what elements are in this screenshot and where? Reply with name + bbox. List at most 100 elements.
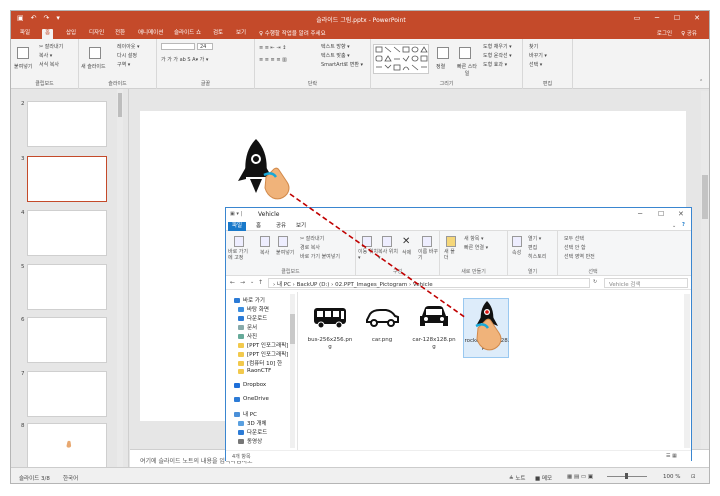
rename-button[interactable]: 이름 바꾸기 — [418, 249, 438, 261]
quick-styles-icon[interactable] — [459, 47, 471, 59]
properties-icon[interactable] — [512, 236, 522, 247]
sign-in-link[interactable]: 로그인 — [657, 29, 672, 37]
history-button[interactable]: 히스토리 — [528, 253, 546, 260]
zoom-level[interactable]: 100 % — [663, 474, 680, 480]
copy-to-button[interactable]: 복사 위치 ▾ — [378, 249, 398, 261]
share-button[interactable]: ♀ 공유 — [681, 29, 697, 37]
shape-outline-button[interactable]: 도형 윤곽선 ▾ — [483, 52, 512, 59]
delete-button[interactable]: 삭제 — [402, 249, 411, 256]
format-painter-button[interactable]: 서식 복사 — [39, 61, 59, 68]
nav-item[interactable]: 다운로드 — [238, 428, 267, 436]
section-button[interactable]: 구역 ▾ — [117, 61, 130, 68]
slide-thumbnail-7[interactable] — [27, 371, 107, 417]
pin-quick-access-button[interactable]: 바로 가기에 고정 — [228, 249, 252, 261]
text-direction-button[interactable]: 텍스트 방향 ▾ — [321, 43, 350, 50]
file-list-scrollbar[interactable] — [684, 294, 690, 448]
font-format-buttons[interactable]: 가 가 가 ab S A▾ 가 ▾ — [161, 56, 208, 63]
list-buttons-icon[interactable]: ≡ ≡ ⇤ ⇥ ↕ — [259, 45, 286, 51]
align-text-button[interactable]: 텍스트 맞춤 ▾ — [321, 52, 350, 59]
select-all-button[interactable]: 모두 선택 — [564, 235, 584, 242]
edit-button[interactable]: 편집 — [528, 244, 537, 251]
slide-thumbnail-2[interactable] — [27, 101, 107, 147]
properties-button[interactable]: 속성 — [512, 249, 521, 256]
refresh-icon[interactable]: ↻ — [593, 279, 597, 285]
smartart-button[interactable]: SmartArt로 변환 ▾ — [321, 61, 363, 68]
address-bar[interactable]: › 내 PC › BackUP (D:) › 02.PPT_Images_Pic… — [268, 278, 590, 288]
replace-button[interactable]: 바꾸기 ▾ — [529, 52, 547, 59]
view-toggle-icon[interactable]: ☰ ▦ — [666, 453, 677, 459]
explorer-tab-home[interactable]: 홈 — [252, 222, 265, 231]
tell-me-search[interactable]: ♀ 수행할 작업을 알려 주세요 — [259, 29, 326, 37]
slide-thumbnail-3[interactable] — [27, 156, 107, 202]
paste-icon[interactable] — [17, 47, 29, 59]
paste-shortcut-button[interactable]: 바로 가기 붙여넣기 — [300, 253, 340, 260]
nav-item[interactable]: RaonCTF — [238, 368, 271, 374]
nav-item[interactable]: [PPT 인포그래픽] — [238, 341, 288, 349]
paste-icon[interactable] — [278, 236, 288, 247]
open-button[interactable]: 열기 ▾ — [528, 235, 541, 242]
new-folder-button[interactable]: 새 폴더 — [444, 249, 458, 261]
nav-item[interactable]: [컴퓨터 10] 한 — [238, 359, 282, 367]
collapse-ribbon-icon[interactable]: ⌃ — [699, 79, 703, 85]
invert-selection-button[interactable]: 선택 영역 반전 — [564, 253, 595, 260]
explorer-minimize-button[interactable]: ─ — [638, 210, 642, 218]
close-button[interactable]: ✕ — [687, 12, 707, 25]
nav-item[interactable]: 문서 — [238, 323, 257, 331]
explorer-close-button[interactable]: ✕ — [678, 210, 684, 218]
slide-scrollbar[interactable] — [701, 91, 709, 451]
thumbnail-scroll-thumb[interactable] — [118, 93, 122, 117]
shapes-gallery[interactable] — [373, 44, 429, 74]
back-icon[interactable]: ← — [230, 279, 235, 286]
language-indicator[interactable]: 한국어 — [63, 474, 78, 482]
new-slide-button[interactable]: 새 슬라이드 — [81, 63, 106, 70]
move-to-button[interactable]: 이동 위치 ▾ — [358, 249, 378, 261]
copy-button[interactable]: 복사 — [260, 249, 269, 256]
file-item-bus[interactable]: bus-256x256.png — [307, 298, 353, 358]
nav-item[interactable]: OneDrive — [234, 396, 269, 402]
nav-item[interactable]: 바로 가기 — [234, 296, 265, 304]
thumbnail-scrollbar[interactable] — [117, 89, 123, 467]
find-button[interactable]: 찾기 — [529, 43, 538, 50]
rename-icon[interactable] — [422, 236, 432, 247]
comments-toggle[interactable]: ■ 메모 — [535, 474, 552, 482]
copy-button[interactable]: 복사 ▾ — [39, 52, 52, 59]
explorer-ribbon-toggle-icon[interactable]: ⌄ — [672, 223, 676, 229]
forward-icon[interactable]: → — [240, 279, 245, 286]
font-name-box[interactable] — [161, 43, 195, 50]
slide-thumbnail-5[interactable] — [27, 264, 107, 310]
zoom-slider-thumb[interactable] — [625, 473, 628, 479]
nav-item[interactable]: Dropbox — [234, 382, 266, 388]
layout-button[interactable]: 레이아웃 ▾ — [117, 43, 140, 50]
arrange-button[interactable]: 정렬 — [436, 63, 445, 70]
slide-thumbnail-8[interactable] — [27, 423, 107, 469]
fit-slide-icon[interactable]: ⊡ — [691, 474, 696, 480]
move-to-icon[interactable] — [362, 236, 372, 247]
copy-path-button[interactable]: 경로 복사 — [300, 244, 320, 251]
search-input[interactable]: Vehicle 검색 — [604, 278, 688, 288]
explorer-tab-file[interactable]: 파일 — [228, 222, 247, 231]
nav-item[interactable]: 3D 개체 — [238, 419, 267, 427]
tab-review[interactable]: 검토 — [210, 29, 226, 39]
view-buttons-icon[interactable]: ▦ ▤ ▭ ▣ — [567, 474, 593, 480]
quick-styles-button[interactable]: 빠른 스타일 — [455, 63, 479, 77]
new-item-button[interactable]: 새 항목 ▾ — [464, 235, 484, 242]
ribbon-display-button[interactable]: ▭ — [627, 12, 647, 25]
new-slide-icon[interactable] — [89, 47, 101, 59]
paste-button[interactable]: 붙여넣기 — [276, 249, 294, 256]
maximize-button[interactable]: ☐ — [667, 12, 687, 25]
reset-button[interactable]: 다시 설정 — [117, 52, 137, 59]
tab-file[interactable]: 파일 — [17, 29, 33, 39]
align-buttons-icon[interactable]: ≡ ≡ ≡ ≡ ▥ — [259, 57, 287, 63]
cut-button[interactable]: ✂ 잘라내기 — [39, 43, 63, 50]
nav-item[interactable]: 동영상 — [238, 437, 262, 445]
slide-thumbnail-6[interactable] — [27, 317, 107, 363]
arrange-icon[interactable] — [437, 47, 449, 59]
file-item-car-front[interactable]: car-128x128.png — [411, 298, 457, 358]
explorer-tab-view[interactable]: 보기 — [292, 222, 310, 231]
tab-insert[interactable]: 삽입 — [63, 29, 79, 39]
delete-icon[interactable]: ✕ — [402, 236, 410, 247]
notes-toggle[interactable]: ≜ 노트 — [509, 474, 525, 482]
tab-view[interactable]: 보기 — [233, 29, 249, 39]
slide-scroll-thumb[interactable] — [702, 175, 708, 219]
shape-effects-button[interactable]: 도형 효과 ▾ — [483, 61, 507, 68]
